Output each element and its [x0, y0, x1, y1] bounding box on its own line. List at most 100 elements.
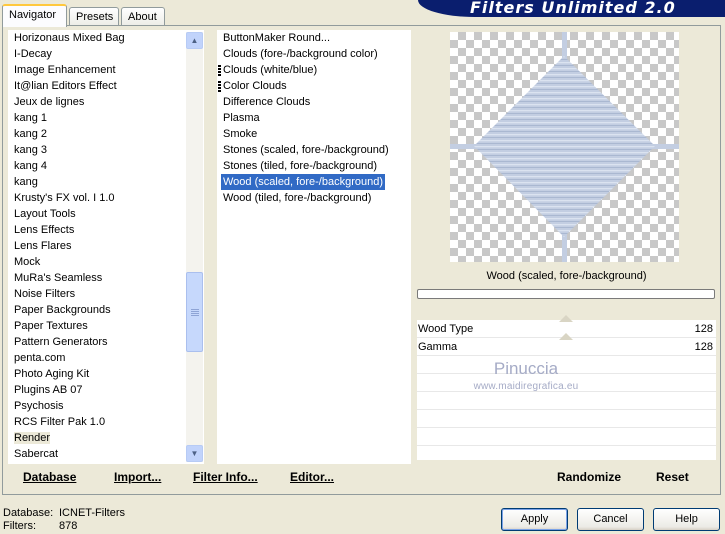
category-label: Horizonaus Mixed Bag: [14, 32, 125, 44]
scroll-up-icon[interactable]: ▲: [186, 32, 203, 49]
watermark-title: Pinuccia: [493, 359, 559, 378]
category-item[interactable]: Lens Effects: [8, 222, 204, 238]
category-label: Image Enhancement: [14, 64, 116, 76]
category-item[interactable]: kang 1: [8, 110, 204, 126]
filter-label: Wood (tiled, fore-/background): [223, 192, 372, 204]
watermark-subtitle: www.maidiregrafica.eu: [473, 381, 579, 392]
category-item[interactable]: MuRa's Seamless: [8, 270, 204, 286]
category-label: penta.com: [14, 352, 66, 364]
category-item[interactable]: I-Decay: [8, 46, 204, 62]
action-bar: Randomize Reset: [417, 465, 716, 491]
category-list[interactable]: Horizonaus Mixed Bag I-Decay Image Enhance…: [8, 30, 204, 464]
slider-gamma[interactable]: Gamma 128: [417, 333, 716, 356]
preview-image: [450, 32, 679, 262]
scroll-thumb[interactable]: [186, 272, 203, 352]
randomize-button[interactable]: Randomize: [557, 470, 621, 484]
empty-param-row: [417, 410, 716, 428]
filter-info-link[interactable]: Filter Info...: [193, 470, 258, 484]
category-item[interactable]: kang 2: [8, 126, 204, 142]
help-button[interactable]: Help: [653, 508, 720, 531]
filter-item[interactable]: Clouds (white/blue): [217, 62, 411, 78]
editor-link[interactable]: Editor...: [290, 470, 334, 484]
category-label: Paper Backgrounds: [14, 304, 111, 316]
scroll-down-icon[interactable]: ▼: [186, 445, 203, 462]
category-item[interactable]: penta.com: [8, 350, 204, 366]
category-label: Noise Filters: [14, 288, 76, 300]
filter-item[interactable]: Difference Clouds: [217, 94, 411, 110]
category-label: Lens Flares: [14, 240, 72, 252]
param-label: Wood Type: [418, 323, 474, 335]
param-value: 128: [694, 341, 713, 353]
category-label: It@lian Editors Effect: [14, 80, 117, 92]
filter-item[interactable]: ButtonMaker Round...: [217, 30, 411, 46]
database-label: Database:: [3, 507, 54, 519]
category-item[interactable]: kang 4: [8, 158, 204, 174]
category-item[interactable]: Krusty's FX vol. I 1.0: [8, 190, 204, 206]
grip-icon: [191, 309, 199, 317]
filter-item[interactable]: Wood (scaled, fore-/background): [217, 173, 411, 191]
filter-item[interactable]: Smoke: [217, 126, 411, 142]
category-item[interactable]: Image Enhancement: [8, 62, 204, 78]
preview-panel: [417, 30, 716, 264]
category-item[interactable]: Layout Tools: [8, 206, 204, 222]
import-link[interactable]: Import...: [114, 470, 161, 484]
category-label: Photo Aging Kit: [14, 368, 90, 380]
category-item[interactable]: It@lian Editors Effect: [8, 78, 204, 94]
category-label: Sabercat: [14, 448, 59, 460]
category-label: RCS Filter Pak 1.0: [14, 416, 106, 428]
filter-item[interactable]: Wood (tiled, fore-/background): [217, 190, 411, 206]
category-label: Pattern Generators: [14, 336, 108, 348]
category-label: Psychosis: [14, 400, 64, 412]
category-label: MuRa's Seamless: [14, 272, 103, 284]
progress-bar: [417, 289, 715, 299]
category-item[interactable]: Lens Flares: [8, 238, 204, 254]
category-item[interactable]: Jeux de lignes: [8, 94, 204, 110]
filters-count: 878: [59, 520, 78, 532]
category-item[interactable]: RCS Filter Pak 1.0: [8, 414, 204, 430]
category-item[interactable]: Mock: [8, 254, 204, 270]
category-item[interactable]: Psychosis: [8, 398, 204, 414]
category-item[interactable]: Pattern Generators: [8, 334, 204, 350]
category-scrollbar[interactable]: ▲ ▼: [186, 32, 203, 462]
filter-list[interactable]: ButtonMaker Round... Clouds (fore-/backgr…: [217, 30, 411, 464]
reset-button[interactable]: Reset: [656, 470, 689, 484]
category-label: I-Decay: [14, 48, 52, 60]
database-link[interactable]: Database: [23, 470, 76, 484]
filter-item[interactable]: Stones (tiled, fore-/background): [217, 158, 411, 174]
category-item[interactable]: kang 3: [8, 142, 204, 158]
tab-bar: Navigator Presets About: [2, 4, 402, 27]
database-value: ICNET-Filters: [59, 507, 125, 519]
filter-label: Stones (tiled, fore-/background): [223, 160, 378, 172]
param-value: 128: [694, 323, 713, 335]
category-item[interactable]: Photo Aging Kit: [8, 366, 204, 382]
category-label: kang: [14, 176, 38, 188]
category-item[interactable]: kang: [8, 174, 204, 190]
category-item[interactable]: Noise Filters: [8, 286, 204, 302]
watermark: Pinuccia www.maidiregrafica.eu: [463, 360, 589, 396]
category-item[interactable]: Paper Backgrounds: [8, 302, 204, 318]
category-item[interactable]: Horizonaus Mixed Bag: [8, 30, 204, 46]
tab-navigator[interactable]: Navigator: [2, 4, 67, 27]
category-item[interactable]: Paper Textures: [8, 318, 204, 334]
tab-about[interactable]: About: [121, 7, 165, 27]
category-item[interactable]: Plugins AB 07: [8, 382, 204, 398]
category-label: Paper Textures: [14, 320, 88, 332]
category-label: Layout Tools: [14, 208, 76, 220]
category-label: kang 3: [14, 144, 48, 156]
category-label: Render: [14, 432, 51, 444]
filter-item[interactable]: Plasma: [217, 110, 411, 126]
apply-button[interactable]: Apply: [501, 508, 568, 531]
category-label: kang 4: [14, 160, 48, 172]
filter-item[interactable]: Clouds (fore-/background color): [217, 46, 411, 62]
navigator-link-bar: Database Import... Filter Info... Editor…: [8, 465, 410, 491]
filter-item[interactable]: Stones (scaled, fore-/background): [217, 142, 411, 158]
cancel-button[interactable]: Cancel: [577, 508, 644, 531]
tab-presets[interactable]: Presets: [69, 7, 119, 27]
filter-label: Smoke: [223, 128, 258, 140]
filter-label: Plasma: [223, 112, 260, 124]
filter-label: Difference Clouds: [223, 96, 311, 108]
category-label: Plugins AB 07: [14, 384, 83, 396]
category-item[interactable]: Render: [8, 430, 204, 446]
filter-item[interactable]: Color Clouds: [217, 78, 411, 94]
category-item[interactable]: Sabercat: [8, 446, 204, 462]
